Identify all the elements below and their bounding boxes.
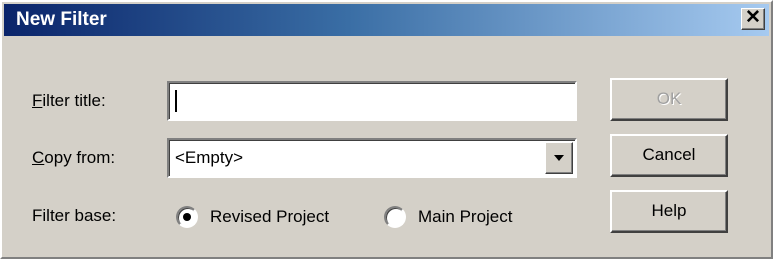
filter-title-mnemonic: F [32, 91, 43, 110]
copy-from-value: <Empty> [175, 148, 244, 167]
help-button[interactable]: Help [610, 190, 728, 233]
filter-base-label: Filter base: [32, 206, 117, 225]
cancel-button[interactable]: Cancel [610, 134, 728, 177]
copy-from-label-text: opy from: [44, 148, 116, 167]
main-project-radio[interactable] [384, 206, 406, 228]
dropdown-arrow-button[interactable] [545, 142, 573, 174]
copy-from-label: Copy from: [32, 148, 115, 168]
close-icon: ✕ [745, 7, 761, 28]
revised-project-radio[interactable] [176, 206, 198, 228]
close-button[interactable]: ✕ [741, 8, 765, 30]
filter-title-label: Filter title: [32, 91, 106, 111]
new-filter-dialog: New Filter ✕ Filter title: Copy from: <E… [0, 0, 773, 259]
text-caret [175, 90, 177, 112]
filter-title-input[interactable] [167, 81, 577, 121]
copy-from-mnemonic: C [32, 148, 45, 167]
ok-button[interactable]: OK [610, 78, 728, 121]
title-bar[interactable]: New Filter ✕ [4, 4, 769, 36]
revised-project-label[interactable]: Revised Project [210, 207, 329, 227]
dialog-title: New Filter [16, 9, 107, 30]
main-project-label[interactable]: Main Project [418, 207, 512, 227]
filter-title-label-text: ilter title: [42, 91, 106, 110]
copy-from-dropdown[interactable]: <Empty> [167, 138, 577, 178]
